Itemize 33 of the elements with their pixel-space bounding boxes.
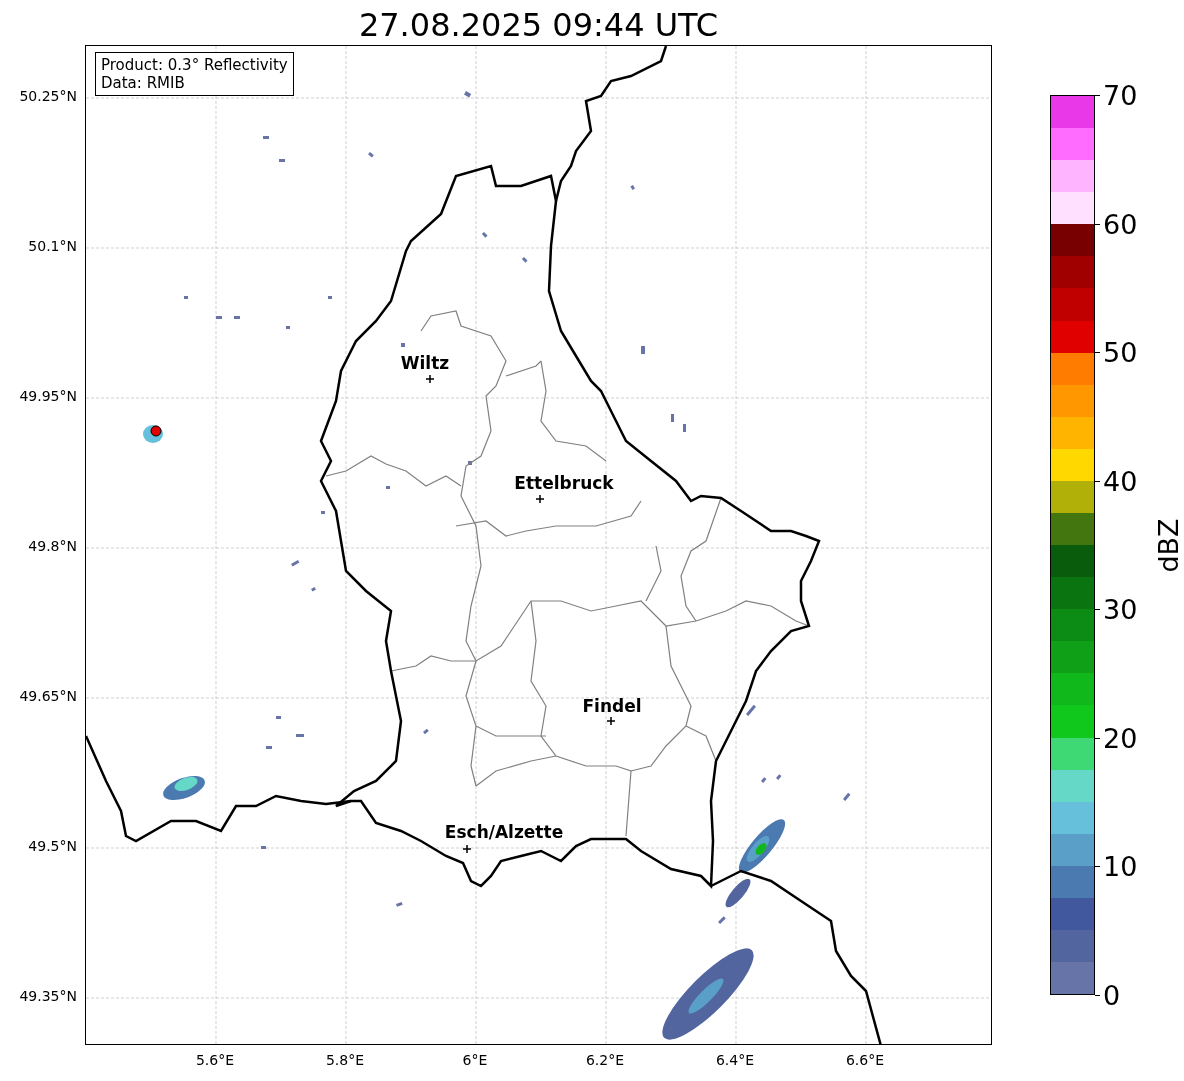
colorbar-tick-label: 40: [1103, 467, 1138, 495]
latitude-label: 49.5°N: [28, 839, 77, 853]
latitude-label: 50.1°N: [28, 239, 77, 253]
city-label: Wiltz: [400, 355, 450, 372]
latitude-label: 50.25°N: [19, 89, 77, 103]
colorbar-tick-label: 50: [1103, 338, 1138, 366]
latitude-label: 49.95°N: [19, 389, 77, 403]
colorbar-tick-label: 10: [1103, 852, 1138, 880]
colorbar-tick-label: 60: [1103, 210, 1138, 238]
city-label: Esch/Alzette: [444, 824, 564, 841]
city-label: Findel: [582, 698, 642, 715]
longitude-label: 5.8°E: [325, 1053, 365, 1067]
city-label: Ettelbruck: [514, 475, 614, 492]
latitude-label: 49.35°N: [19, 989, 77, 1003]
longitude-label: 6.4°E: [715, 1053, 755, 1067]
colorbar-tick-label: 20: [1103, 724, 1138, 752]
longitude-label: 6°E: [462, 1053, 488, 1067]
latitude-label: 49.8°N: [28, 539, 77, 553]
colorbar-tick-label: 0: [1103, 981, 1121, 1009]
city-marker-icon: [463, 845, 471, 853]
city-marker-icon: [536, 495, 544, 503]
latitude-label: 49.65°N: [19, 689, 77, 703]
colorbar-tick-label: 30: [1103, 595, 1138, 623]
info-text: Data: RMIB: [101, 74, 186, 92]
colorbar-label: dBZ: [1152, 517, 1184, 573]
city-marker-icon: [426, 375, 434, 383]
colorbar-tick-label: 70: [1103, 81, 1138, 109]
chart-title: 27.08.2025 09:44 UTC: [358, 9, 719, 45]
longitude-label: 6.2°E: [585, 1053, 625, 1067]
info-text: Product: 0.3° Reflectivity: [101, 56, 288, 74]
longitude-label: 6.6°E: [845, 1053, 885, 1067]
longitude-label: 5.6°E: [195, 1053, 235, 1067]
city-marker-icon: [607, 717, 615, 725]
